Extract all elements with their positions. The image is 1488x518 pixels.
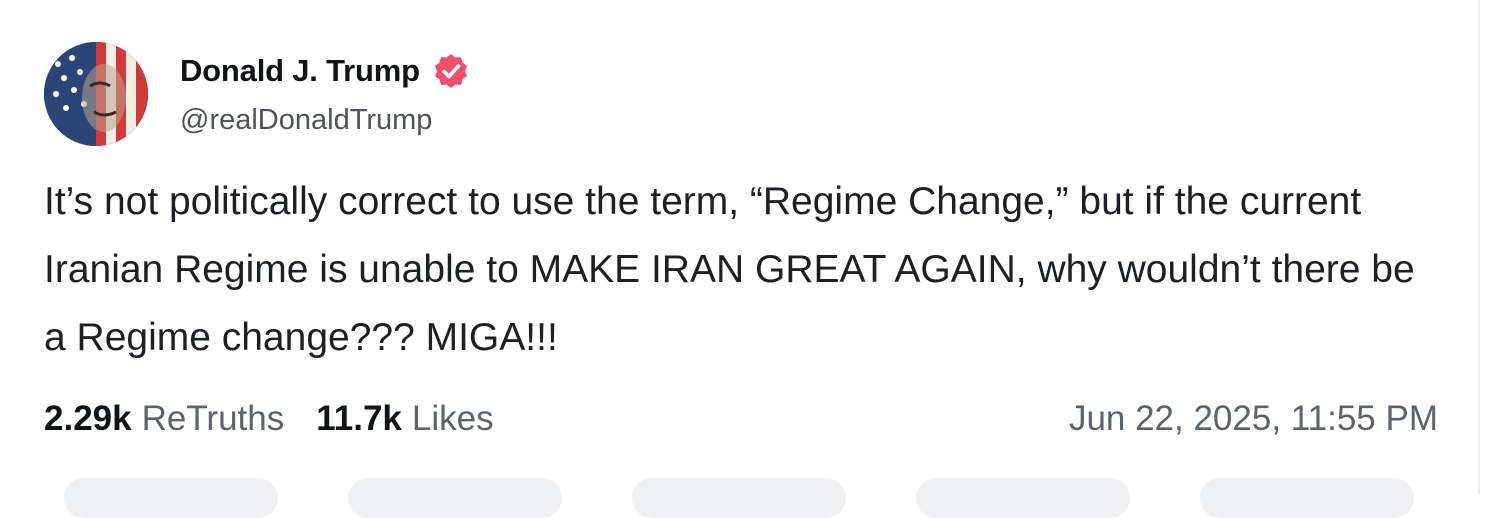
post-timestamp[interactable]: Jun 22, 2025, 11:55 PM: [1069, 399, 1438, 439]
author-identity: Donald J. Trump @realDonaldTrump: [180, 50, 470, 137]
likes-label: Likes: [411, 399, 494, 438]
bookmark-button[interactable]: [916, 478, 1130, 518]
verified-badge-icon: [432, 52, 470, 90]
post-body-text: It’s not politically correct to use the …: [44, 180, 1415, 359]
post-card: Donald J. Trump @realDonaldTrump It’s no…: [4, 0, 1480, 518]
post-header: Donald J. Trump @realDonaldTrump: [44, 42, 470, 146]
likes-stat[interactable]: 11.7k Likes: [316, 399, 493, 439]
reply-button[interactable]: [64, 478, 278, 518]
likes-count: 11.7k: [316, 399, 402, 438]
avatar-image: [44, 42, 148, 146]
post-footer: 2.29k ReTruths 11.7k Likes Jun 22, 2025,…: [44, 394, 1438, 444]
retruths-count: 2.29k: [44, 399, 132, 438]
author-handle[interactable]: @realDonaldTrump: [180, 104, 470, 137]
author-display-name[interactable]: Donald J. Trump: [180, 53, 420, 89]
like-button[interactable]: [632, 478, 846, 518]
retruth-button[interactable]: [348, 478, 562, 518]
retruths-stat[interactable]: 2.29k ReTruths: [44, 399, 284, 439]
retruths-label: ReTruths: [141, 399, 285, 438]
action-bar: [64, 478, 1414, 518]
author-avatar[interactable]: [44, 42, 148, 146]
author-name-row: Donald J. Trump: [180, 50, 470, 92]
share-button[interactable]: [1200, 478, 1414, 518]
